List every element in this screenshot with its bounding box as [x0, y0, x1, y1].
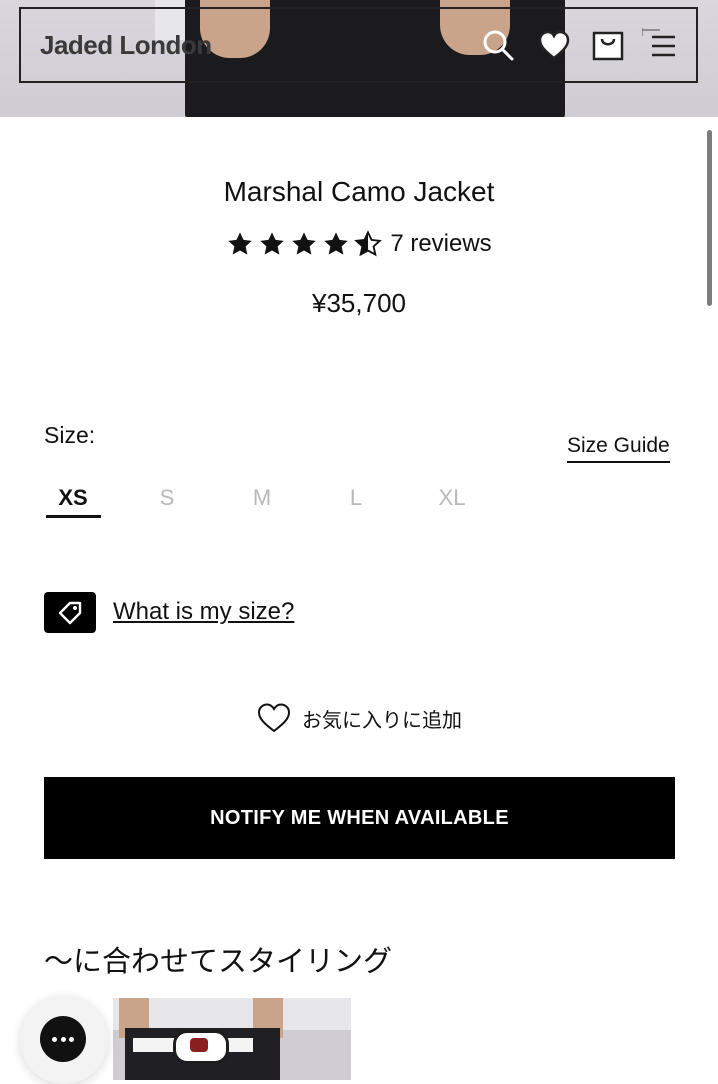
heart-icon[interactable]	[537, 28, 571, 62]
chat-icon	[40, 1016, 86, 1062]
size-help-link[interactable]: What is my size?	[113, 598, 294, 626]
tag-icon	[58, 601, 82, 625]
chat-button[interactable]	[20, 996, 108, 1084]
star-half-icon	[354, 230, 383, 257]
menu-icon[interactable]	[640, 20, 676, 62]
product-rating[interactable]: 7 reviews	[0, 230, 718, 258]
styling-product-thumbnail[interactable]	[113, 998, 351, 1080]
size-option-xl[interactable]: XL	[424, 485, 480, 511]
product-price: ¥35,700	[312, 288, 406, 318]
size-finder-button[interactable]	[44, 592, 96, 633]
selected-size-indicator	[46, 515, 101, 518]
brand-logo[interactable]: Jaded London	[40, 30, 212, 61]
size-option-l[interactable]: L	[328, 485, 384, 511]
thumb-buckle	[173, 1030, 229, 1064]
star-full-icon	[324, 232, 348, 255]
notify-me-button[interactable]: NOTIFY ME WHEN AVAILABLE	[44, 777, 675, 859]
size-option-s[interactable]: S	[139, 485, 195, 511]
size-label: Size:	[44, 422, 96, 448]
star-full-icon	[228, 232, 252, 255]
star-full-icon	[292, 232, 316, 255]
star-rating	[226, 230, 383, 258]
star-full-icon	[260, 232, 284, 255]
size-guide-link[interactable]: Size Guide	[567, 434, 670, 463]
heart-outline-icon	[257, 703, 291, 733]
bag-icon[interactable]	[591, 28, 625, 62]
page-scrollbar[interactable]	[707, 130, 712, 306]
product-title: Marshal Camo Jacket	[223, 176, 495, 207]
search-icon[interactable]	[481, 28, 515, 62]
wishlist-label: お気に入りに追加	[302, 709, 462, 732]
size-option-m[interactable]: M	[234, 485, 290, 511]
reviews-link[interactable]: 7 reviews	[390, 230, 491, 258]
add-to-wishlist-button[interactable]: お気に入りに追加	[0, 702, 718, 734]
styling-heading: 〜に合わせてスタイリング	[44, 946, 393, 978]
size-option-xs[interactable]: XS	[45, 485, 101, 511]
